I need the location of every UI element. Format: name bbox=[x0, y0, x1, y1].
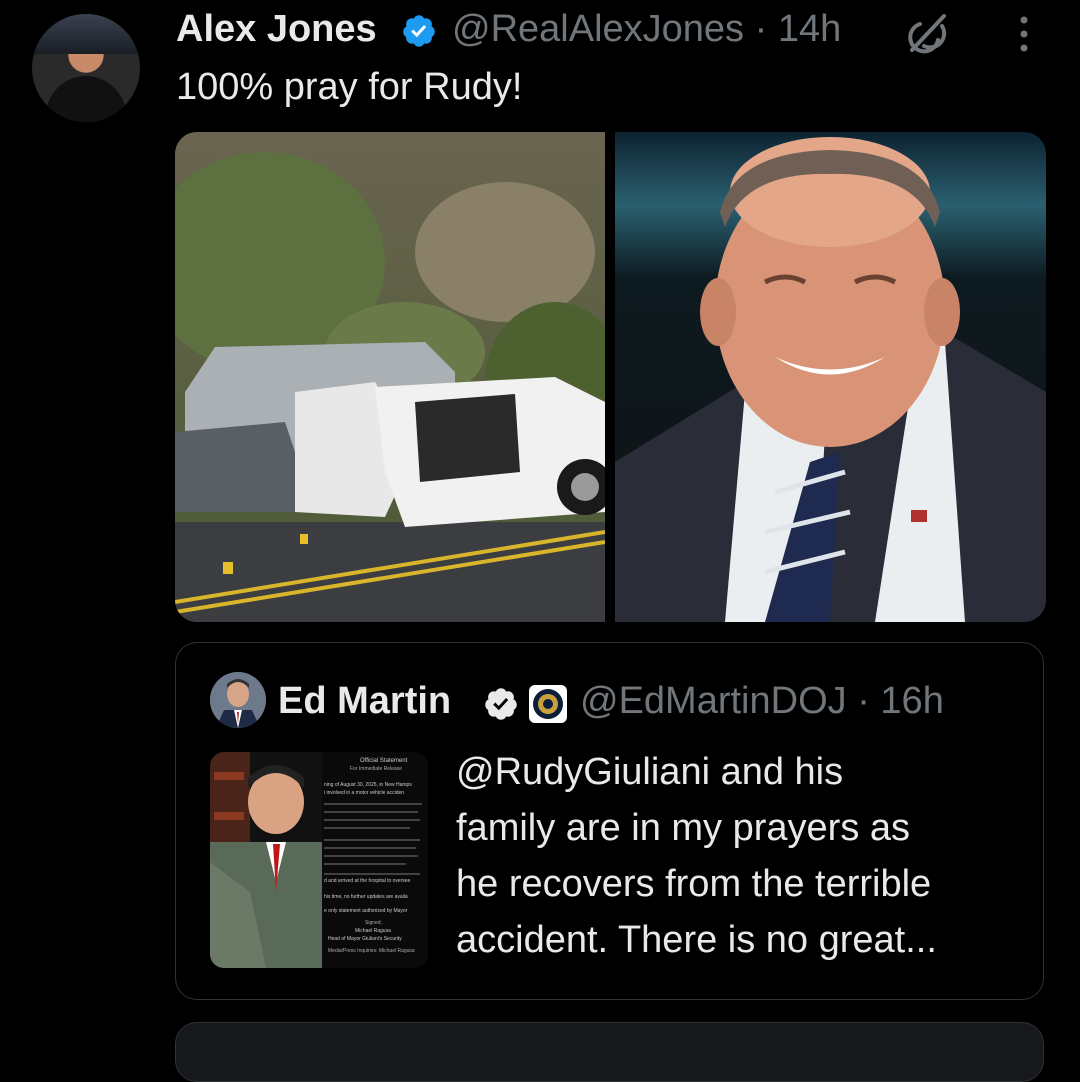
doj-seal-icon bbox=[529, 685, 567, 723]
author-handle[interactable]: @RealAlexJones bbox=[452, 8, 744, 50]
statement-thumbnail-image: Official Statement For Immediate Release… bbox=[210, 752, 428, 968]
verified-badge-icon bbox=[403, 15, 435, 47]
quote-time[interactable]: 16h bbox=[880, 680, 943, 722]
quote-text-line: he recovers from the terrible bbox=[456, 863, 932, 905]
thumb-line-2: i involved in a motor vehicle acciden bbox=[324, 790, 404, 796]
thumb-line-5: e only statement authorized by Mayor bbox=[324, 908, 408, 914]
quote-avatar-image bbox=[210, 672, 266, 728]
quote-handle-line[interactable]: @EdMartinDOJ · 16h bbox=[580, 680, 944, 723]
author-name[interactable]: Alex Jones bbox=[176, 8, 377, 51]
thumb-signed: Signed, bbox=[365, 920, 382, 926]
quote-tweet-text: @RudyGiuliani and his family are in my p… bbox=[456, 744, 1016, 968]
crash-photo[interactable] bbox=[175, 132, 605, 622]
thumb-signer-title: Head of Mayor Giuliani's Security bbox=[328, 936, 402, 942]
tweet-text: 100% pray for Rudy! bbox=[176, 66, 523, 108]
thumb-subheading: For Immediate Release bbox=[350, 766, 402, 772]
quote-text-line: accident. There is no great... bbox=[456, 919, 937, 961]
author-avatar[interactable] bbox=[32, 14, 140, 122]
thumb-line-3: d and arrived at the hospital to oversee bbox=[324, 878, 411, 884]
quote-media-thumbnail[interactable]: Official Statement For Immediate Release… bbox=[210, 752, 428, 968]
thumb-heading: Official Statement bbox=[360, 758, 408, 764]
thumb-signer: Michael Ragusa bbox=[355, 928, 391, 934]
avatar-shirt bbox=[46, 76, 126, 122]
quote-text-line: family are in my prayers as bbox=[456, 807, 911, 849]
quote-author-name[interactable]: Ed Martin bbox=[278, 680, 451, 723]
grok-icon[interactable] bbox=[904, 10, 954, 54]
thumb-contact: Media/Press Inquiries: Michael Ragusa bbox=[328, 948, 415, 954]
avatar-background bbox=[32, 14, 140, 54]
quote-author-handle[interactable]: @EdMartinDOJ bbox=[580, 680, 847, 722]
next-card[interactable] bbox=[175, 1022, 1044, 1082]
portrait-photo[interactable] bbox=[615, 132, 1046, 622]
quote-time-separator: · bbox=[857, 680, 870, 722]
tweet-media[interactable] bbox=[175, 132, 1046, 622]
thumb-line-4: his time, no further updates are availa bbox=[324, 894, 408, 900]
more-vertical-icon[interactable] bbox=[1012, 12, 1036, 56]
thumb-line-1: ning of August 30, 2025, in New Hamps bbox=[324, 782, 412, 788]
quote-text-line: @RudyGiuliani and his bbox=[456, 751, 844, 793]
tweet-time[interactable]: 14h bbox=[778, 8, 841, 50]
time-separator: · bbox=[754, 8, 768, 50]
author-handle-line[interactable]: @RealAlexJones · 14h bbox=[452, 8, 841, 51]
verified-badge-icon bbox=[485, 688, 517, 720]
quote-author-avatar[interactable] bbox=[210, 672, 266, 728]
